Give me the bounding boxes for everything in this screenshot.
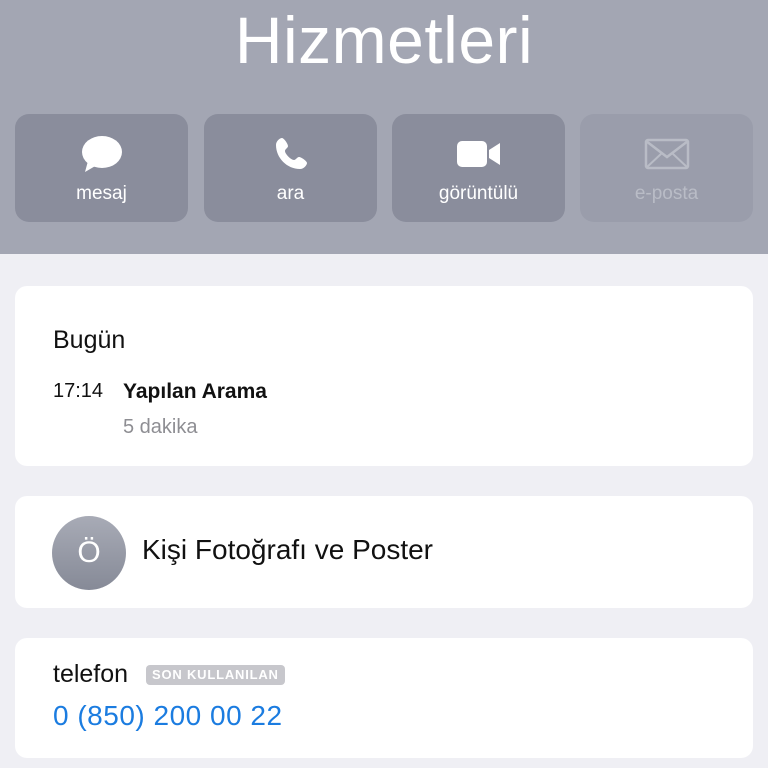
phone-card: telefon SON KULLANILAN 0 (850) 200 00 22 [15, 638, 753, 758]
call-button[interactable]: ara [204, 114, 377, 222]
video-button[interactable]: görüntülü [392, 114, 565, 222]
message-bubble-icon [15, 134, 188, 174]
last-used-badge: SON KULLANILAN [146, 665, 285, 685]
phone-icon [204, 134, 377, 174]
email-label: e-posta [634, 183, 699, 204]
contact-name: Hizmetleri [234, 3, 534, 77]
recents-title: Bugün [53, 326, 126, 354]
message-button[interactable]: mesaj [15, 114, 188, 222]
phone-number-link[interactable]: 0 (850) 200 00 22 [53, 700, 283, 732]
contact-photo-label: Kişi Fotoğrafı ve Poster [142, 534, 434, 565]
recent-call-time: 17:14 [53, 380, 104, 402]
video-camera-icon [392, 134, 565, 174]
recents-card: Bugün 17:14 Yapılan Arama 5 dakika [15, 286, 753, 466]
call-label: ara [276, 183, 305, 204]
recent-call-duration: 5 dakika [123, 416, 198, 438]
contact-header: Hizmetleri mesaj ara görüntülü e-posta [0, 0, 768, 254]
email-button[interactable]: e-posta [580, 114, 753, 222]
phone-label: telefon [53, 660, 129, 688]
recent-call-type: Yapılan Arama [123, 380, 267, 403]
message-label: mesaj [76, 183, 127, 204]
contact-photo-card[interactable]: Ö Kişi Fotoğrafı ve Poster [15, 496, 753, 608]
video-label: görüntülü [438, 183, 519, 204]
avatar: Ö [52, 516, 126, 590]
envelope-icon [580, 134, 753, 174]
